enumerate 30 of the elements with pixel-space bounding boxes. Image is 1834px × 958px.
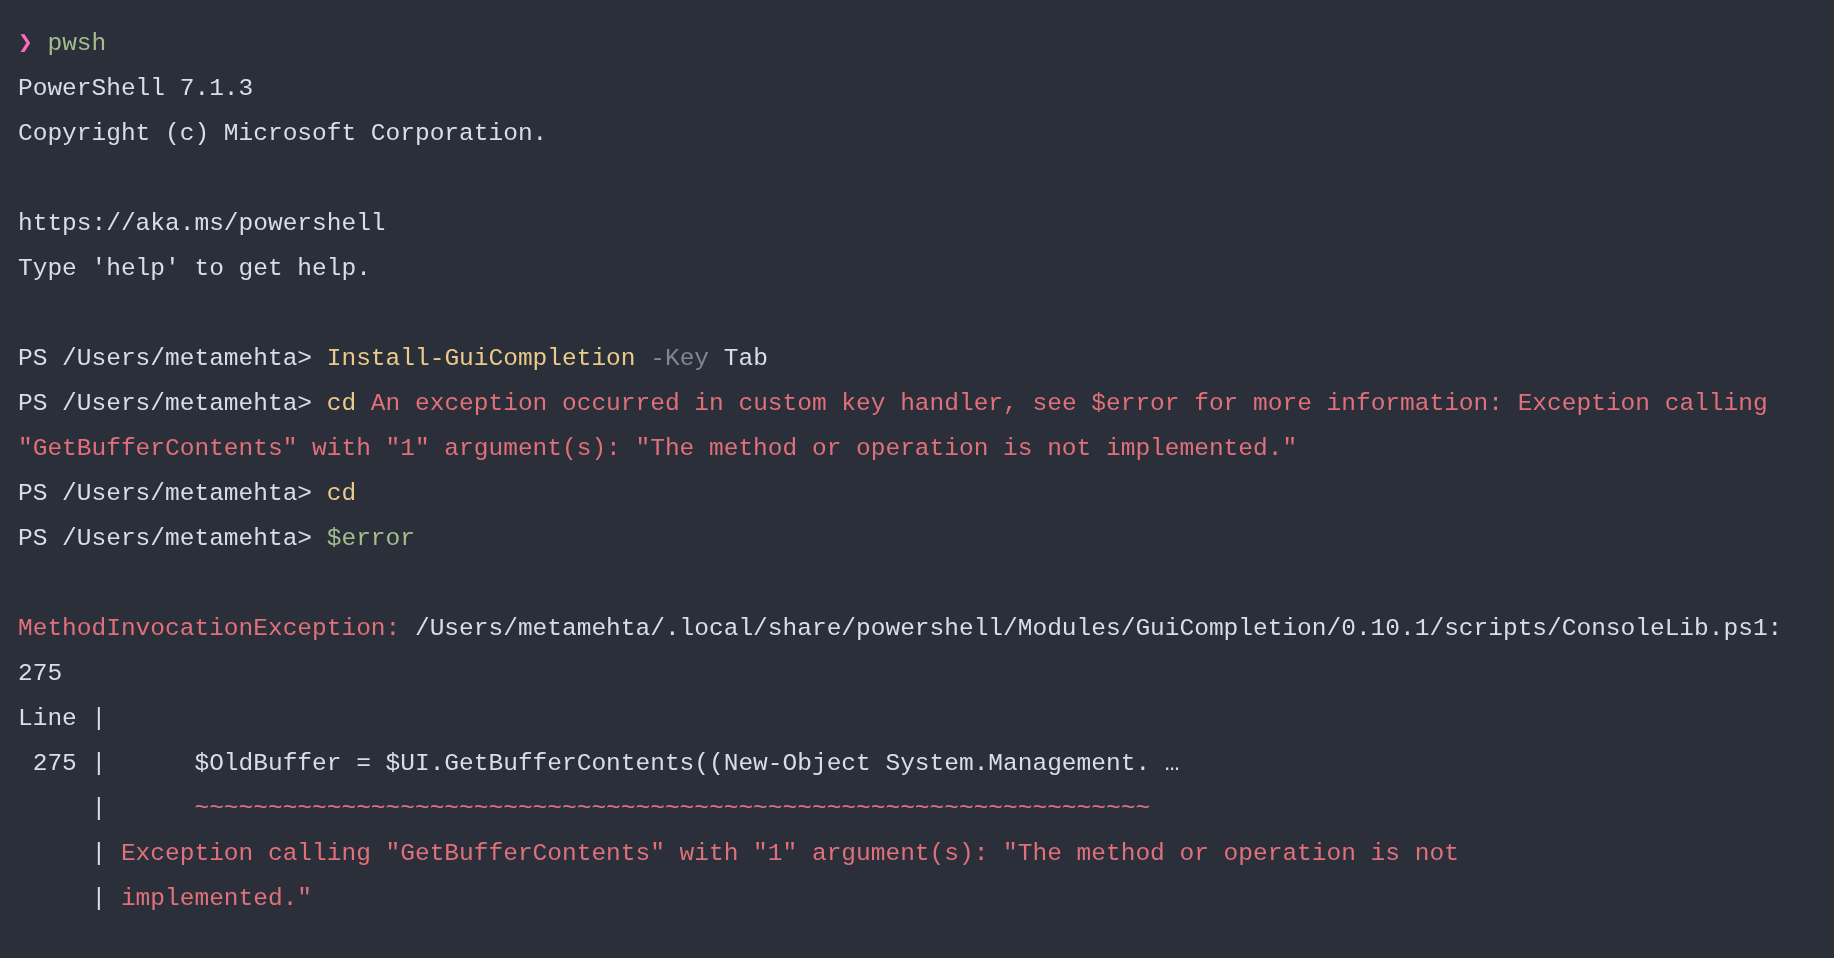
- output-text: Line |: [18, 704, 107, 734]
- output-text: |: [90, 839, 107, 869]
- shell-name: pwsh: [47, 29, 107, 59]
- error-text: MethodInvocationException:: [18, 614, 401, 644]
- output-text: PS /Users/metamehta>: [18, 479, 314, 509]
- variable-text: $error: [326, 524, 415, 554]
- error-text: Exception calling "GetBufferContents" with "1" argument(s): "The method or operation is not: [119, 839, 1459, 869]
- output-text: PS /Users/metamehta>: [18, 524, 314, 554]
- error-text: ~~~~~~~~~~~~~~~~~~~~~~~~~~~~~~~~~~~~~~~~~~~~~~~~~~~~~~~~~~~~~~~~~: [193, 794, 1151, 824]
- command-text: cd: [326, 389, 357, 419]
- output-text: PS /Users/metamehta>: [18, 344, 314, 374]
- output-text: |: [90, 794, 107, 824]
- error-text: An exception occurred in custom key handler, see $error for more information: Exception calling: [369, 389, 1768, 419]
- output-text: /Users/metamehta/.local/share/powershell/Modules/GuiCompletion/0.10.1/scripts/ConsoleLib.ps1:: [413, 614, 1783, 644]
- parameter-text: -Key: [649, 344, 710, 374]
- output-text: https://aka.ms/powershell: [18, 209, 386, 239]
- output-text: Tab: [722, 344, 768, 374]
- error-text: "GetBufferContents" with "1" argument(s): "The method or operation is not implemented.": [18, 434, 1298, 464]
- output-text: PowerShell 7.1.3: [18, 74, 254, 104]
- output-text: Type 'help' to get help.: [18, 254, 371, 284]
- error-text: implemented.": [119, 884, 313, 914]
- output-text: 275 |: [31, 749, 107, 779]
- command-text: Install-GuiCompletion: [326, 344, 636, 374]
- output-text: 275: [18, 659, 63, 689]
- prompt-symbol: ❯: [18, 29, 34, 59]
- output-text: $OldBuffer = $UI.GetBufferContents((New-Object System.Management. …: [193, 749, 1180, 779]
- output-text: Copyright (c) Microsoft Corporation.: [18, 119, 548, 149]
- output-text: PS /Users/metamehta>: [18, 389, 314, 419]
- output-text: |: [90, 884, 107, 914]
- command-text: cd: [326, 479, 357, 509]
